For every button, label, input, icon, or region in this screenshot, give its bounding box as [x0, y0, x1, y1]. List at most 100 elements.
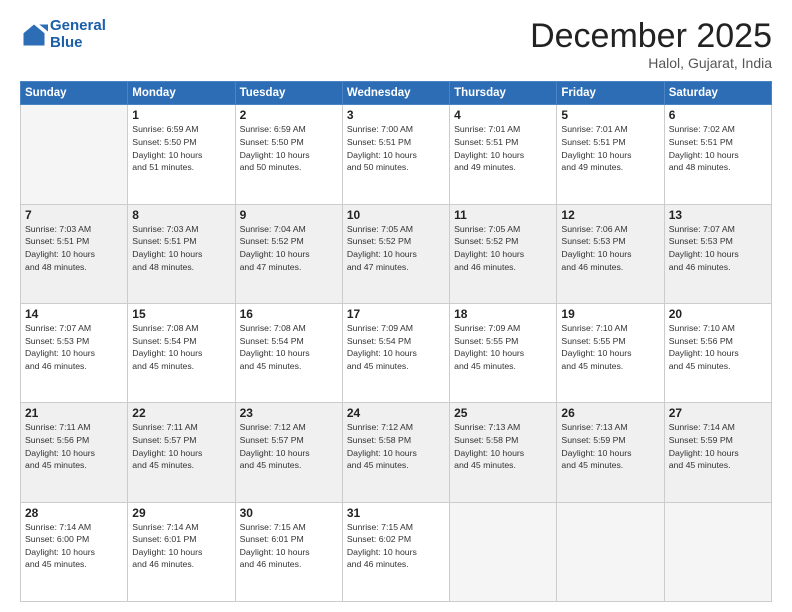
cell-info: Sunrise: 7:14 AM Sunset: 6:01 PM Dayligh… [132, 521, 230, 571]
calendar-cell: 14Sunrise: 7:07 AM Sunset: 5:53 PM Dayli… [21, 304, 128, 403]
cell-info: Sunrise: 7:09 AM Sunset: 5:54 PM Dayligh… [347, 322, 445, 372]
cell-info: Sunrise: 6:59 AM Sunset: 5:50 PM Dayligh… [240, 123, 338, 173]
logo-icon [20, 21, 48, 49]
day-number: 27 [669, 406, 767, 420]
month-title: December 2025 [530, 18, 772, 55]
logo-text: General Blue [50, 18, 106, 51]
cell-info: Sunrise: 7:07 AM Sunset: 5:53 PM Dayligh… [25, 322, 123, 372]
weekday-header: Wednesday [342, 82, 449, 105]
calendar-cell: 10Sunrise: 7:05 AM Sunset: 5:52 PM Dayli… [342, 204, 449, 303]
day-number: 11 [454, 208, 552, 222]
day-number: 1 [132, 108, 230, 122]
weekday-header: Friday [557, 82, 664, 105]
calendar-cell: 22Sunrise: 7:11 AM Sunset: 5:57 PM Dayli… [128, 403, 235, 502]
calendar-cell: 26Sunrise: 7:13 AM Sunset: 5:59 PM Dayli… [557, 403, 664, 502]
calendar-cell: 16Sunrise: 7:08 AM Sunset: 5:54 PM Dayli… [235, 304, 342, 403]
logo-line1: General [50, 18, 106, 35]
day-number: 19 [561, 307, 659, 321]
day-number: 18 [454, 307, 552, 321]
calendar-cell: 6Sunrise: 7:02 AM Sunset: 5:51 PM Daylig… [664, 105, 771, 204]
weekday-header: Thursday [450, 82, 557, 105]
location: Halol, Gujarat, India [530, 55, 772, 71]
page: General Blue December 2025 Halol, Gujara… [0, 0, 792, 612]
calendar-cell: 21Sunrise: 7:11 AM Sunset: 5:56 PM Dayli… [21, 403, 128, 502]
calendar-cell: 8Sunrise: 7:03 AM Sunset: 5:51 PM Daylig… [128, 204, 235, 303]
cell-info: Sunrise: 7:13 AM Sunset: 5:59 PM Dayligh… [561, 421, 659, 471]
day-number: 6 [669, 108, 767, 122]
cell-info: Sunrise: 7:05 AM Sunset: 5:52 PM Dayligh… [454, 223, 552, 273]
weekday-header: Sunday [21, 82, 128, 105]
day-number: 4 [454, 108, 552, 122]
calendar-cell: 12Sunrise: 7:06 AM Sunset: 5:53 PM Dayli… [557, 204, 664, 303]
weekday-header: Saturday [664, 82, 771, 105]
calendar-cell: 28Sunrise: 7:14 AM Sunset: 6:00 PM Dayli… [21, 502, 128, 601]
calendar-cell: 3Sunrise: 7:00 AM Sunset: 5:51 PM Daylig… [342, 105, 449, 204]
cell-info: Sunrise: 7:02 AM Sunset: 5:51 PM Dayligh… [669, 123, 767, 173]
cell-info: Sunrise: 7:12 AM Sunset: 5:58 PM Dayligh… [347, 421, 445, 471]
calendar-cell: 27Sunrise: 7:14 AM Sunset: 5:59 PM Dayli… [664, 403, 771, 502]
day-number: 10 [347, 208, 445, 222]
cell-info: Sunrise: 7:06 AM Sunset: 5:53 PM Dayligh… [561, 223, 659, 273]
day-number: 31 [347, 506, 445, 520]
calendar-cell: 24Sunrise: 7:12 AM Sunset: 5:58 PM Dayli… [342, 403, 449, 502]
day-number: 9 [240, 208, 338, 222]
day-number: 22 [132, 406, 230, 420]
calendar-cell [664, 502, 771, 601]
cell-info: Sunrise: 7:11 AM Sunset: 5:57 PM Dayligh… [132, 421, 230, 471]
day-number: 2 [240, 108, 338, 122]
calendar-cell: 31Sunrise: 7:15 AM Sunset: 6:02 PM Dayli… [342, 502, 449, 601]
calendar-cell: 23Sunrise: 7:12 AM Sunset: 5:57 PM Dayli… [235, 403, 342, 502]
calendar-cell: 15Sunrise: 7:08 AM Sunset: 5:54 PM Dayli… [128, 304, 235, 403]
day-number: 26 [561, 406, 659, 420]
cell-info: Sunrise: 7:11 AM Sunset: 5:56 PM Dayligh… [25, 421, 123, 471]
day-number: 21 [25, 406, 123, 420]
day-number: 20 [669, 307, 767, 321]
weekday-header: Tuesday [235, 82, 342, 105]
cell-info: Sunrise: 7:00 AM Sunset: 5:51 PM Dayligh… [347, 123, 445, 173]
cell-info: Sunrise: 7:09 AM Sunset: 5:55 PM Dayligh… [454, 322, 552, 372]
cell-info: Sunrise: 7:15 AM Sunset: 6:02 PM Dayligh… [347, 521, 445, 571]
cell-info: Sunrise: 7:01 AM Sunset: 5:51 PM Dayligh… [454, 123, 552, 173]
cell-info: Sunrise: 7:14 AM Sunset: 5:59 PM Dayligh… [669, 421, 767, 471]
cell-info: Sunrise: 7:15 AM Sunset: 6:01 PM Dayligh… [240, 521, 338, 571]
day-number: 30 [240, 506, 338, 520]
cell-info: Sunrise: 7:12 AM Sunset: 5:57 PM Dayligh… [240, 421, 338, 471]
calendar-cell: 7Sunrise: 7:03 AM Sunset: 5:51 PM Daylig… [21, 204, 128, 303]
cell-info: Sunrise: 7:10 AM Sunset: 5:55 PM Dayligh… [561, 322, 659, 372]
calendar-cell: 11Sunrise: 7:05 AM Sunset: 5:52 PM Dayli… [450, 204, 557, 303]
calendar-cell [557, 502, 664, 601]
day-number: 24 [347, 406, 445, 420]
calendar-cell: 17Sunrise: 7:09 AM Sunset: 5:54 PM Dayli… [342, 304, 449, 403]
calendar-cell [450, 502, 557, 601]
logo-line2: Blue [50, 35, 106, 52]
day-number: 3 [347, 108, 445, 122]
title-block: December 2025 Halol, Gujarat, India [530, 18, 772, 71]
calendar-cell: 20Sunrise: 7:10 AM Sunset: 5:56 PM Dayli… [664, 304, 771, 403]
calendar-cell: 13Sunrise: 7:07 AM Sunset: 5:53 PM Dayli… [664, 204, 771, 303]
calendar-cell: 29Sunrise: 7:14 AM Sunset: 6:01 PM Dayli… [128, 502, 235, 601]
calendar-cell [21, 105, 128, 204]
calendar-table: SundayMondayTuesdayWednesdayThursdayFrid… [20, 81, 772, 602]
day-number: 29 [132, 506, 230, 520]
calendar-cell: 18Sunrise: 7:09 AM Sunset: 5:55 PM Dayli… [450, 304, 557, 403]
day-number: 5 [561, 108, 659, 122]
calendar-cell: 19Sunrise: 7:10 AM Sunset: 5:55 PM Dayli… [557, 304, 664, 403]
day-number: 12 [561, 208, 659, 222]
weekday-header: Monday [128, 82, 235, 105]
calendar-cell: 9Sunrise: 7:04 AM Sunset: 5:52 PM Daylig… [235, 204, 342, 303]
cell-info: Sunrise: 7:01 AM Sunset: 5:51 PM Dayligh… [561, 123, 659, 173]
day-number: 16 [240, 307, 338, 321]
logo: General Blue [20, 18, 106, 51]
calendar-cell: 1Sunrise: 6:59 AM Sunset: 5:50 PM Daylig… [128, 105, 235, 204]
calendar-cell: 2Sunrise: 6:59 AM Sunset: 5:50 PM Daylig… [235, 105, 342, 204]
day-number: 8 [132, 208, 230, 222]
cell-info: Sunrise: 7:05 AM Sunset: 5:52 PM Dayligh… [347, 223, 445, 273]
calendar-cell: 4Sunrise: 7:01 AM Sunset: 5:51 PM Daylig… [450, 105, 557, 204]
day-number: 25 [454, 406, 552, 420]
calendar-cell: 5Sunrise: 7:01 AM Sunset: 5:51 PM Daylig… [557, 105, 664, 204]
calendar-cell: 25Sunrise: 7:13 AM Sunset: 5:58 PM Dayli… [450, 403, 557, 502]
day-number: 7 [25, 208, 123, 222]
header: General Blue December 2025 Halol, Gujara… [20, 18, 772, 71]
cell-info: Sunrise: 7:07 AM Sunset: 5:53 PM Dayligh… [669, 223, 767, 273]
calendar-cell: 30Sunrise: 7:15 AM Sunset: 6:01 PM Dayli… [235, 502, 342, 601]
